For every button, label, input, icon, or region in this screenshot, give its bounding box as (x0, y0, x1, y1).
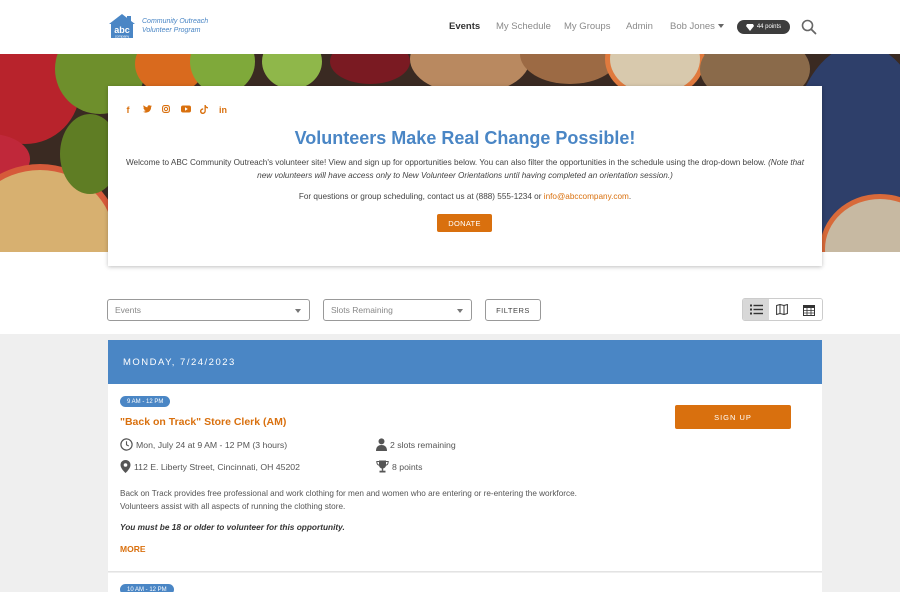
chevron-down-icon (717, 24, 724, 29)
calendar-icon (802, 304, 815, 316)
points-text: 44 points (756, 24, 782, 30)
intro-welcome: Welcome to ABC Community Outreach's volu… (125, 158, 766, 167)
time-badge: 9 AM - 12 PM (120, 396, 171, 407)
contact-prefix: For questions or group scheduling, conta… (298, 192, 544, 201)
event-points: 8 points (376, 460, 422, 473)
points-badge[interactable]: 44 points (737, 20, 790, 34)
day-header: MONDAY, 7/24/2023 (108, 340, 822, 384)
sign-up-button[interactable]: SIGN UP (675, 405, 791, 429)
map-view-button[interactable] (769, 299, 796, 320)
trophy-icon (376, 460, 389, 473)
social-links: f in (124, 105, 227, 116)
diamond-icon (745, 23, 754, 31)
event-datetime-text: Mon, July 24 at 9 AM - 12 PM (3 hours) (136, 439, 288, 450)
time-badge: 10 AM - 12 PM (120, 584, 174, 592)
slots-filter-select[interactable]: Slots Remaining (323, 299, 472, 321)
contact-line: For questions or group scheduling, conta… (108, 192, 822, 201)
list-view-button[interactable] (743, 299, 770, 320)
user-menu[interactable]: Bob Jones (670, 21, 724, 32)
nav-admin[interactable]: Admin (626, 21, 653, 32)
map-icon (776, 304, 789, 315)
events-filter-select[interactable]: Events (107, 299, 310, 321)
intro-text: Welcome to ABC Community Outreach's volu… (122, 156, 808, 182)
view-toggle (742, 298, 823, 321)
search-icon[interactable] (801, 19, 817, 35)
filters-button[interactable]: FILTERS (485, 299, 541, 321)
event-location: 112 E. Liberty Street, Cincinnati, OH 45… (120, 460, 300, 473)
top-header: abc company Community Outreach Volunteer… (0, 0, 900, 54)
intro-card: f in Volunteers Make Real Change Possibl… (108, 86, 822, 266)
event-title-link[interactable]: "Back on Track" Store Clerk (AM) (120, 416, 286, 428)
chevron-down-icon (457, 309, 463, 313)
instagram-icon[interactable] (162, 105, 170, 116)
linkedin-icon[interactable]: in (219, 105, 227, 116)
more-link[interactable]: MORE (120, 544, 146, 554)
logo-subtext: company (115, 35, 129, 39)
contact-suffix: . (628, 192, 632, 201)
clock-icon (120, 438, 133, 451)
list-icon (749, 304, 763, 315)
event-description: Back on Track provides free professional… (120, 489, 577, 511)
user-icon (376, 438, 387, 451)
events-filter-value: Events (115, 305, 141, 315)
nav-my-groups[interactable]: My Groups (564, 21, 610, 32)
event-requirement: You must be 18 or older to volunteer for… (120, 522, 345, 532)
event-location-text: 112 E. Liberty Street, Cincinnati, OH 45… (134, 461, 300, 472)
event-slots-text: 2 slots remaining (390, 439, 456, 450)
youtube-icon[interactable] (181, 105, 191, 116)
intro-title: Volunteers Make Real Change Possible! (294, 128, 636, 148)
slots-filter-value: Slots Remaining (331, 305, 393, 315)
event-datetime: Mon, July 24 at 9 AM - 12 PM (3 hours) (120, 438, 287, 451)
event-points-text: 8 points (392, 461, 423, 472)
tiktok-icon[interactable] (200, 105, 208, 116)
event-card: 9 AM - 12 PM "Back on Track" Store Clerk… (108, 384, 822, 572)
event-card: 10 AM - 12 PM (108, 573, 822, 592)
chevron-down-icon (295, 309, 301, 313)
map-pin-icon (120, 460, 131, 473)
contact-email-link[interactable]: info@abccompany.com (544, 192, 629, 201)
donate-button[interactable]: DONATE (437, 214, 492, 232)
event-slots: 2 slots remaining (376, 438, 456, 451)
twitter-icon[interactable] (143, 105, 152, 116)
calendar-view-button[interactable] (795, 299, 822, 320)
facebook-icon[interactable]: f (124, 105, 132, 116)
nav-my-schedule[interactable]: My Schedule (496, 21, 551, 32)
user-name: Bob Jones (670, 21, 715, 32)
nav-events[interactable]: Events (449, 21, 480, 32)
